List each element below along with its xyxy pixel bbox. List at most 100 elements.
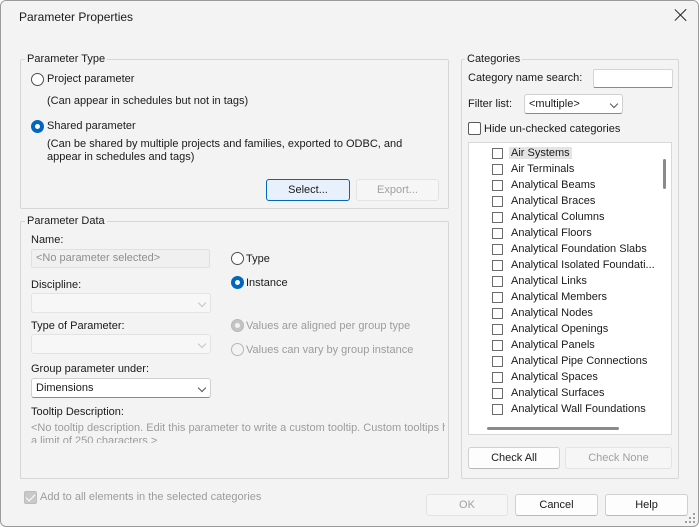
horizontal-scrollbar[interactable] xyxy=(487,427,619,430)
list-item-checkbox[interactable] xyxy=(492,324,503,335)
categories-legend: Categories xyxy=(465,53,523,65)
parameter-properties-dialog: Parameter Properties Parameter Type Proj… xyxy=(0,0,699,527)
list-item-checkbox[interactable] xyxy=(492,276,503,287)
list-item[interactable]: Analytical Wall Foundations xyxy=(469,402,659,418)
parameter-type-legend: Parameter Type xyxy=(25,53,108,65)
list-item-label: Analytical Surfaces xyxy=(511,387,605,399)
list-item-checkbox[interactable] xyxy=(492,404,503,415)
hide-unchecked-label[interactable]: Hide un-checked categories xyxy=(484,123,620,135)
list-item-checkbox[interactable] xyxy=(492,372,503,383)
list-item-label: Analytical Wall Foundations xyxy=(511,403,646,415)
list-item[interactable]: Analytical Members xyxy=(469,290,659,306)
list-item-checkbox[interactable] xyxy=(492,356,503,367)
project-parameter-description: (Can appear in schedules but not in tags… xyxy=(47,95,249,107)
discipline-dropdown[interactable] xyxy=(31,293,211,313)
cancel-button[interactable]: Cancel xyxy=(515,494,598,516)
check-all-button[interactable]: Check All xyxy=(468,447,560,469)
list-item[interactable]: Analytical Surfaces xyxy=(469,386,659,402)
shared-parameter-description-line2: appear in schedules and tags) xyxy=(47,151,195,163)
discipline-label: Discipline: xyxy=(31,279,82,291)
list-item-checkbox[interactable] xyxy=(492,388,503,399)
instance-radio-label[interactable]: Instance xyxy=(246,277,288,289)
categories-list[interactable]: Air Systems Air Terminals Analytical Bea… xyxy=(468,142,672,435)
help-button[interactable]: Help xyxy=(605,494,688,516)
list-item-label: Analytical Links xyxy=(511,275,587,287)
project-parameter-radio[interactable] xyxy=(31,73,44,86)
list-item[interactable]: Analytical Links xyxy=(469,274,659,290)
type-radio[interactable] xyxy=(231,252,244,265)
export-button[interactable]: Export... xyxy=(356,179,439,201)
list-item-checkbox[interactable] xyxy=(492,308,503,319)
values-vary-label[interactable]: Values can vary by group instance xyxy=(246,344,413,356)
select-button[interactable]: Select... xyxy=(266,179,350,201)
list-item-label: Analytical Members xyxy=(511,291,607,303)
type-of-parameter-dropdown[interactable] xyxy=(31,334,211,354)
list-item[interactable]: Analytical Spaces xyxy=(469,370,659,386)
list-item-checkbox[interactable] xyxy=(492,260,503,271)
values-aligned-radio[interactable] xyxy=(231,319,244,332)
shared-parameter-radio[interactable] xyxy=(31,120,44,133)
chevron-down-icon xyxy=(609,99,619,109)
list-item-checkbox[interactable] xyxy=(492,244,503,255)
list-item-checkbox[interactable] xyxy=(492,180,503,191)
resize-grip-icon[interactable] xyxy=(685,513,695,523)
filter-list-dropdown[interactable]: <multiple> xyxy=(524,94,623,114)
list-item[interactable]: Analytical Openings xyxy=(469,322,659,338)
values-vary-radio[interactable] xyxy=(231,343,244,356)
list-item-checkbox[interactable] xyxy=(492,164,503,175)
shared-parameter-description-line1: (Can be shared by multiple projects and … xyxy=(47,138,403,150)
list-item[interactable]: Air Terminals xyxy=(469,162,659,178)
hide-unchecked-checkbox[interactable] xyxy=(468,122,481,135)
ok-button[interactable]: OK xyxy=(426,494,508,516)
list-item[interactable]: Analytical Isolated Foundati... xyxy=(469,258,659,274)
list-item-label: Analytical Pipe Connections xyxy=(511,355,648,367)
add-to-all-elements-label[interactable]: Add to all elements in the selected cate… xyxy=(40,491,261,503)
category-search-input[interactable] xyxy=(593,69,673,88)
tooltip-description-box[interactable]: <No tooltip description. Edit this param… xyxy=(31,422,445,443)
list-item-label: Analytical Panels xyxy=(511,339,595,351)
list-item[interactable]: Analytical Nodes xyxy=(469,306,659,322)
list-item[interactable]: Analytical Columns xyxy=(469,210,659,226)
chevron-down-icon xyxy=(197,339,207,349)
add-to-all-elements-checkbox[interactable] xyxy=(24,491,37,504)
list-item-label: Analytical Isolated Foundati... xyxy=(511,259,655,271)
category-search-label: Category name search: xyxy=(468,72,583,84)
type-of-parameter-label: Type of Parameter: xyxy=(31,320,125,332)
vertical-scrollbar[interactable] xyxy=(663,159,666,189)
list-item-label: Analytical Braces xyxy=(511,195,596,207)
list-item-checkbox[interactable] xyxy=(492,196,503,207)
list-item-checkbox[interactable] xyxy=(492,148,503,159)
tooltip-description-line1: <No tooltip description. Edit this param… xyxy=(31,422,445,434)
list-item[interactable]: Analytical Pipe Connections xyxy=(469,354,659,370)
list-item-checkbox[interactable] xyxy=(492,340,503,351)
name-field[interactable]: <No parameter selected> xyxy=(31,249,210,268)
list-item-checkbox[interactable] xyxy=(492,292,503,303)
list-item-label: Air Terminals xyxy=(511,163,575,175)
values-aligned-label[interactable]: Values are aligned per group type xyxy=(246,320,410,332)
list-item-label: Analytical Floors xyxy=(511,227,592,239)
type-radio-label[interactable]: Type xyxy=(246,253,270,265)
list-item[interactable]: Analytical Beams xyxy=(469,178,659,194)
list-item-checkbox[interactable] xyxy=(492,228,503,239)
list-item-label: Analytical Foundation Slabs xyxy=(511,243,647,255)
list-item-checkbox[interactable] xyxy=(492,212,503,223)
list-item-label: Analytical Nodes xyxy=(511,307,593,319)
check-none-button[interactable]: Check None xyxy=(565,447,672,469)
instance-radio[interactable] xyxy=(231,276,244,289)
shared-parameter-label[interactable]: Shared parameter xyxy=(47,120,136,132)
tooltip-description-line2: a limit of 250 characters.> xyxy=(31,435,158,443)
list-item-label: Air Systems xyxy=(509,147,572,159)
list-item[interactable]: Analytical Braces xyxy=(469,194,659,210)
chevron-down-icon xyxy=(197,298,207,308)
group-parameter-dropdown[interactable]: Dimensions xyxy=(31,378,211,398)
close-icon[interactable] xyxy=(674,8,688,22)
list-item[interactable]: Analytical Foundation Slabs xyxy=(469,242,659,258)
list-item-label: Analytical Beams xyxy=(511,179,596,191)
project-parameter-label[interactable]: Project parameter xyxy=(47,73,134,85)
dialog-title: Parameter Properties xyxy=(19,10,134,24)
list-item-label: Analytical Columns xyxy=(511,211,605,223)
list-item[interactable]: Air Systems xyxy=(469,146,659,162)
list-item[interactable]: Analytical Panels xyxy=(469,338,659,354)
filter-list-label: Filter list: xyxy=(468,98,512,110)
list-item[interactable]: Analytical Floors xyxy=(469,226,659,242)
